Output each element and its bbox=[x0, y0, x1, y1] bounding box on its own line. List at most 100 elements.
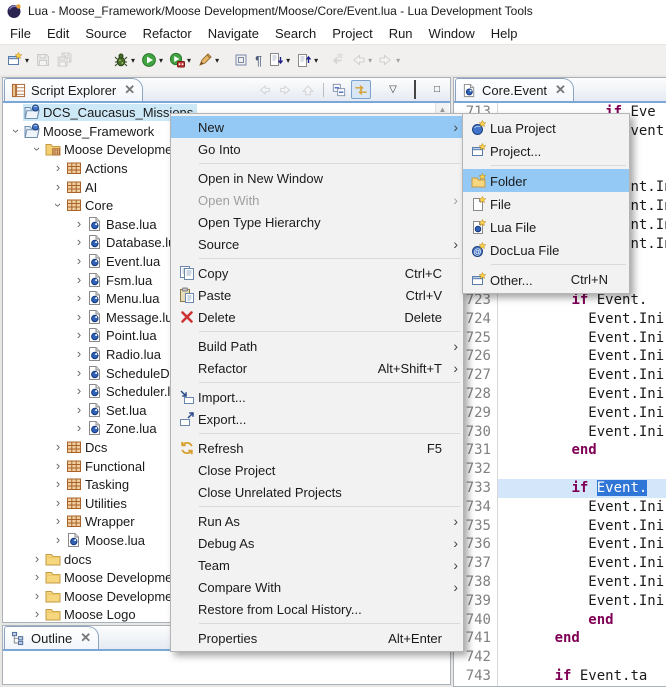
context-menu-item-refactor[interactable]: RefactorAlt+Shift+T› bbox=[171, 357, 463, 379]
chevron-collapsed-icon[interactable]: › bbox=[72, 293, 86, 303]
chevron-collapsed-icon[interactable]: › bbox=[51, 535, 65, 545]
context-menu-item-export[interactable]: Export... bbox=[171, 408, 463, 430]
toolbar-button-open-element[interactable] bbox=[231, 48, 251, 72]
run-dropdown-arrow[interactable]: ▾ bbox=[159, 56, 163, 65]
code-text[interactable]: Event.Ini bbox=[498, 329, 666, 348]
chevron-collapsed-icon[interactable]: › bbox=[72, 219, 86, 229]
tree-item-content[interactable]: Dcs bbox=[65, 438, 111, 455]
context-menu-item-paste[interactable]: PasteCtrl+V bbox=[171, 284, 463, 306]
context-menu-item-new[interactable]: New› bbox=[171, 116, 463, 138]
context-menu-item-close-project[interactable]: Close Project bbox=[171, 459, 463, 481]
code-text[interactable]: Event.Ini bbox=[498, 385, 666, 404]
menubar-item-window[interactable]: Window bbox=[421, 24, 483, 43]
chevron-collapsed-icon[interactable]: › bbox=[72, 423, 86, 433]
context-menu-item-source[interactable]: Source› bbox=[171, 233, 463, 255]
tree-item-content[interactable]: AI bbox=[65, 178, 101, 195]
tree-item-content[interactable]: Core bbox=[65, 197, 117, 214]
chevron-collapsed-icon[interactable]: › bbox=[72, 386, 86, 396]
chevron-collapsed-icon[interactable]: › bbox=[51, 182, 65, 192]
context-menu-item-open-type-hierarchy[interactable]: Open Type Hierarchy bbox=[171, 211, 463, 233]
code-text[interactable]: Event.Ini bbox=[498, 592, 666, 611]
context-menu-item-team[interactable]: Team› bbox=[171, 554, 463, 576]
chevron-collapsed-icon[interactable]: › bbox=[51, 163, 65, 173]
code-text[interactable]: end bbox=[498, 611, 666, 630]
tab-script-explorer[interactable]: Script Explorer ✕ bbox=[4, 78, 143, 101]
new-submenu-item-doclua-file[interactable]: @DocLua File bbox=[463, 238, 629, 261]
next-annotation-dropdown-arrow[interactable]: ▾ bbox=[286, 56, 290, 65]
code-text[interactable]: Event.Ini bbox=[498, 554, 666, 573]
code-text[interactable]: end bbox=[498, 629, 666, 648]
tree-item-content[interactable]: Zone.lua bbox=[86, 420, 161, 437]
code-text[interactable]: Event.Ini bbox=[498, 423, 666, 442]
code-text[interactable]: Event.Ini bbox=[498, 310, 666, 329]
context-menu-item-delete[interactable]: DeleteDelete bbox=[171, 306, 463, 328]
new-submenu-item-lua-project[interactable]: Lua Project bbox=[463, 116, 629, 139]
context-menu-item-properties[interactable]: PropertiesAlt+Enter bbox=[171, 627, 463, 649]
context-menu-item-refresh[interactable]: RefreshF5 bbox=[171, 437, 463, 459]
run-last-dropdown-arrow[interactable]: ▾ bbox=[187, 56, 191, 65]
tree-item-content[interactable]: Set.lua bbox=[86, 401, 150, 418]
chevron-collapsed-icon[interactable]: › bbox=[30, 591, 44, 601]
back-dropdown-arrow[interactable]: ▾ bbox=[368, 56, 372, 65]
code-text[interactable]: Event.Ini bbox=[498, 347, 666, 366]
context-menu-item-import[interactable]: Import... bbox=[171, 386, 463, 408]
tree-item-content[interactable]: Moose Logo bbox=[44, 606, 140, 622]
context-menu-item-open-in-new-window[interactable]: Open in New Window bbox=[171, 167, 463, 189]
chevron-expanded-icon[interactable]: › bbox=[11, 124, 21, 138]
menubar-item-project[interactable]: Project bbox=[324, 24, 380, 43]
tab-outline[interactable]: Outline ✕ bbox=[4, 626, 99, 649]
tree-item-content[interactable]: Moose Development bbox=[44, 141, 187, 158]
close-icon[interactable]: ✕ bbox=[124, 82, 135, 98]
close-icon[interactable]: ✕ bbox=[555, 82, 566, 98]
tree-item-content[interactable]: Tasking bbox=[65, 476, 133, 493]
external-tools-dropdown-arrow[interactable]: ▾ bbox=[215, 56, 219, 65]
new-submenu-item-project[interactable]: Project... bbox=[463, 139, 629, 162]
chevron-collapsed-icon[interactable]: › bbox=[72, 275, 86, 285]
menubar-item-run[interactable]: Run bbox=[381, 24, 421, 43]
menubar-item-help[interactable]: Help bbox=[483, 24, 526, 43]
code-text[interactable]: if Event.ta bbox=[498, 667, 666, 686]
tree-item-content[interactable]: Base.lua bbox=[86, 215, 161, 232]
context-menu-item-debug-as[interactable]: Debug As› bbox=[171, 532, 463, 554]
tree-item-content[interactable]: Functional bbox=[65, 457, 149, 474]
chevron-collapsed-icon[interactable]: › bbox=[51, 479, 65, 489]
view-button-maximize[interactable]: □ bbox=[427, 80, 447, 99]
tree-item-content[interactable]: Menu.lua bbox=[86, 290, 163, 307]
chevron-collapsed-icon[interactable]: › bbox=[51, 461, 65, 471]
menubar-item-file[interactable]: File bbox=[2, 24, 39, 43]
context-menu-item-build-path[interactable]: Build Path› bbox=[171, 335, 463, 357]
tree-item-content[interactable]: Fsm.lua bbox=[86, 271, 156, 288]
tree-item-content[interactable]: Utilities bbox=[65, 494, 131, 511]
chevron-expanded-icon[interactable]: › bbox=[53, 198, 63, 212]
tree-item-content[interactable]: docs bbox=[44, 550, 95, 567]
tree-item-content[interactable]: Moose Developme bbox=[44, 587, 176, 604]
debug-dropdown-arrow[interactable]: ▾ bbox=[131, 56, 135, 65]
code-text[interactable]: end bbox=[498, 441, 666, 460]
context-menu-item-run-as[interactable]: Run As› bbox=[171, 510, 463, 532]
chevron-collapsed-icon[interactable]: › bbox=[51, 442, 65, 452]
tree-item-content[interactable]: Radio.lua bbox=[86, 346, 165, 363]
code-text[interactable]: Event.Ini bbox=[498, 573, 666, 592]
view-button-link-editor[interactable] bbox=[351, 80, 371, 99]
view-button-collapse-all[interactable] bbox=[329, 80, 349, 99]
forward-dropdown-arrow[interactable]: ▾ bbox=[396, 56, 400, 65]
close-icon[interactable]: ✕ bbox=[80, 630, 91, 646]
tree-item-content[interactable]: Event.lua bbox=[86, 253, 164, 270]
tree-item-content[interactable]: Moose Developme bbox=[44, 569, 176, 586]
code-text[interactable]: Event.Ini bbox=[498, 517, 666, 536]
view-button-minimize[interactable] bbox=[405, 80, 425, 99]
chevron-collapsed-icon[interactable]: › bbox=[30, 572, 44, 582]
menubar-item-source[interactable]: Source bbox=[77, 24, 134, 43]
view-button-view-menu[interactable]: ▽ bbox=[383, 80, 403, 99]
new-submenu-item-folder[interactable]: Folder bbox=[463, 169, 629, 192]
context-menu-item-go-into[interactable]: Go Into bbox=[171, 138, 463, 160]
context-menu-item-restore-from-local-history[interactable]: Restore from Local History... bbox=[171, 598, 463, 620]
code-text[interactable]: Event.Ini bbox=[498, 404, 666, 423]
new-submenu-item-other[interactable]: Other...Ctrl+N bbox=[463, 268, 629, 291]
chevron-collapsed-icon[interactable]: › bbox=[72, 368, 86, 378]
chevron-collapsed-icon[interactable]: › bbox=[72, 330, 86, 340]
menubar-item-edit[interactable]: Edit bbox=[39, 24, 77, 43]
code-text[interactable]: Event.Ini bbox=[498, 498, 666, 517]
tab-core-event[interactable]: Core.Event ✕ bbox=[455, 78, 574, 101]
code-text[interactable]: Event.Ini bbox=[498, 535, 666, 554]
